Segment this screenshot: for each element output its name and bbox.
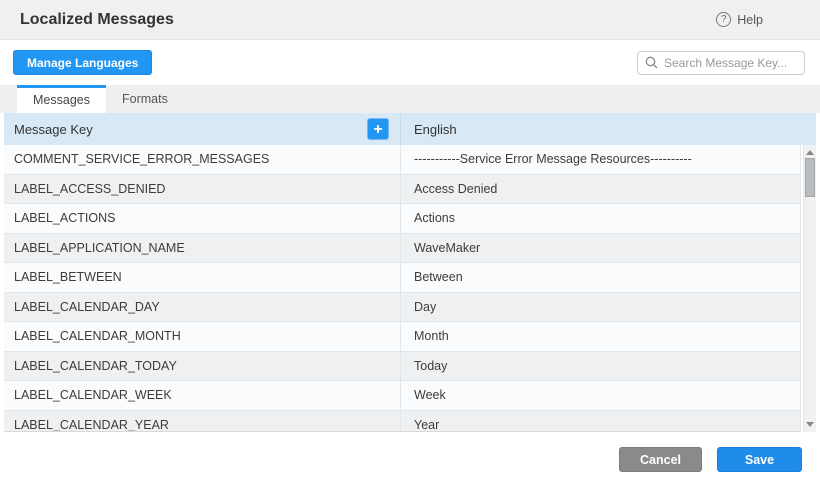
message-key-cell[interactable]: LABEL_CALENDAR_YEAR	[4, 411, 401, 433]
tabstrip: Messages Formats	[0, 85, 820, 113]
english-value-cell[interactable]: -----------Service Error Message Resourc…	[401, 145, 801, 174]
help-icon: ?	[716, 12, 731, 27]
table-row[interactable]: LABEL_CALENDAR_DAY Day	[4, 293, 801, 323]
grid-body: COMMENT_SERVICE_ERROR_MESSAGES ---------…	[4, 145, 801, 432]
message-key-cell[interactable]: LABEL_CALENDAR_MONTH	[4, 322, 401, 351]
english-value-cell[interactable]: Week	[401, 381, 801, 410]
titlebar: Localized Messages ? Help	[0, 0, 820, 40]
table-row[interactable]: LABEL_CALENDAR_YEAR Year	[4, 411, 801, 433]
message-key-cell[interactable]: LABEL_BETWEEN	[4, 263, 401, 292]
message-key-cell[interactable]: LABEL_CALENDAR_DAY	[4, 293, 401, 322]
column-header-english: English	[401, 122, 816, 137]
table-row[interactable]: LABEL_ACCESS_DENIED Access Denied	[4, 175, 801, 205]
scrollbar-thumb[interactable]	[805, 158, 815, 197]
message-key-column-label: Message Key	[14, 122, 93, 137]
english-value-cell[interactable]: Actions	[401, 204, 801, 233]
scroll-up-arrow-icon[interactable]	[806, 150, 814, 155]
english-value-cell[interactable]: Year	[401, 411, 801, 433]
add-message-key-button[interactable]: +	[367, 118, 389, 140]
search-icon	[645, 56, 658, 69]
help-label: Help	[737, 13, 763, 27]
english-value-cell[interactable]: WaveMaker	[401, 234, 801, 263]
english-column-label: English	[414, 122, 457, 137]
table-row[interactable]: LABEL_BETWEEN Between	[4, 263, 801, 293]
english-value-cell[interactable]: Access Denied	[401, 175, 801, 204]
english-value-cell[interactable]: Between	[401, 263, 801, 292]
grid-header: Message Key + English	[4, 113, 816, 145]
table-row[interactable]: COMMENT_SERVICE_ERROR_MESSAGES ---------…	[4, 145, 801, 175]
table-row[interactable]: LABEL_APPLICATION_NAME WaveMaker	[4, 234, 801, 264]
table-row[interactable]: LABEL_CALENDAR_TODAY Today	[4, 352, 801, 382]
page-title: Localized Messages	[20, 11, 174, 29]
message-key-cell[interactable]: LABEL_CALENDAR_TODAY	[4, 352, 401, 381]
english-value-cell[interactable]: Day	[401, 293, 801, 322]
manage-languages-button[interactable]: Manage Languages	[13, 50, 152, 75]
plus-icon: +	[373, 121, 382, 138]
english-value-cell[interactable]: Today	[401, 352, 801, 381]
table-row[interactable]: LABEL_CALENDAR_WEEK Week	[4, 381, 801, 411]
cancel-button[interactable]: Cancel	[619, 447, 702, 472]
table-row[interactable]: LABEL_ACTIONS Actions	[4, 204, 801, 234]
tab-formats[interactable]: Formats	[106, 85, 184, 113]
message-key-cell[interactable]: LABEL_ACCESS_DENIED	[4, 175, 401, 204]
scroll-down-arrow-icon[interactable]	[806, 422, 814, 427]
message-key-cell[interactable]: COMMENT_SERVICE_ERROR_MESSAGES	[4, 145, 401, 174]
search-input[interactable]	[637, 51, 805, 75]
localized-messages-dialog: Localized Messages ? Help Manage Languag…	[0, 0, 820, 489]
toolbar: Manage Languages	[0, 40, 820, 85]
vertical-scrollbar[interactable]	[803, 145, 816, 432]
tab-messages[interactable]: Messages	[17, 85, 106, 113]
message-key-cell[interactable]: LABEL_APPLICATION_NAME	[4, 234, 401, 263]
message-key-cell[interactable]: LABEL_ACTIONS	[4, 204, 401, 233]
english-value-cell[interactable]: Month	[401, 322, 801, 351]
message-key-cell[interactable]: LABEL_CALENDAR_WEEK	[4, 381, 401, 410]
save-button[interactable]: Save	[717, 447, 802, 472]
table-row[interactable]: LABEL_CALENDAR_MONTH Month	[4, 322, 801, 352]
messages-grid: Message Key + English COMMENT_SERVICE_ER…	[4, 113, 816, 432]
search-box	[637, 51, 805, 75]
help-button[interactable]: ? Help	[716, 12, 763, 27]
column-header-message-key: Message Key +	[4, 113, 401, 145]
